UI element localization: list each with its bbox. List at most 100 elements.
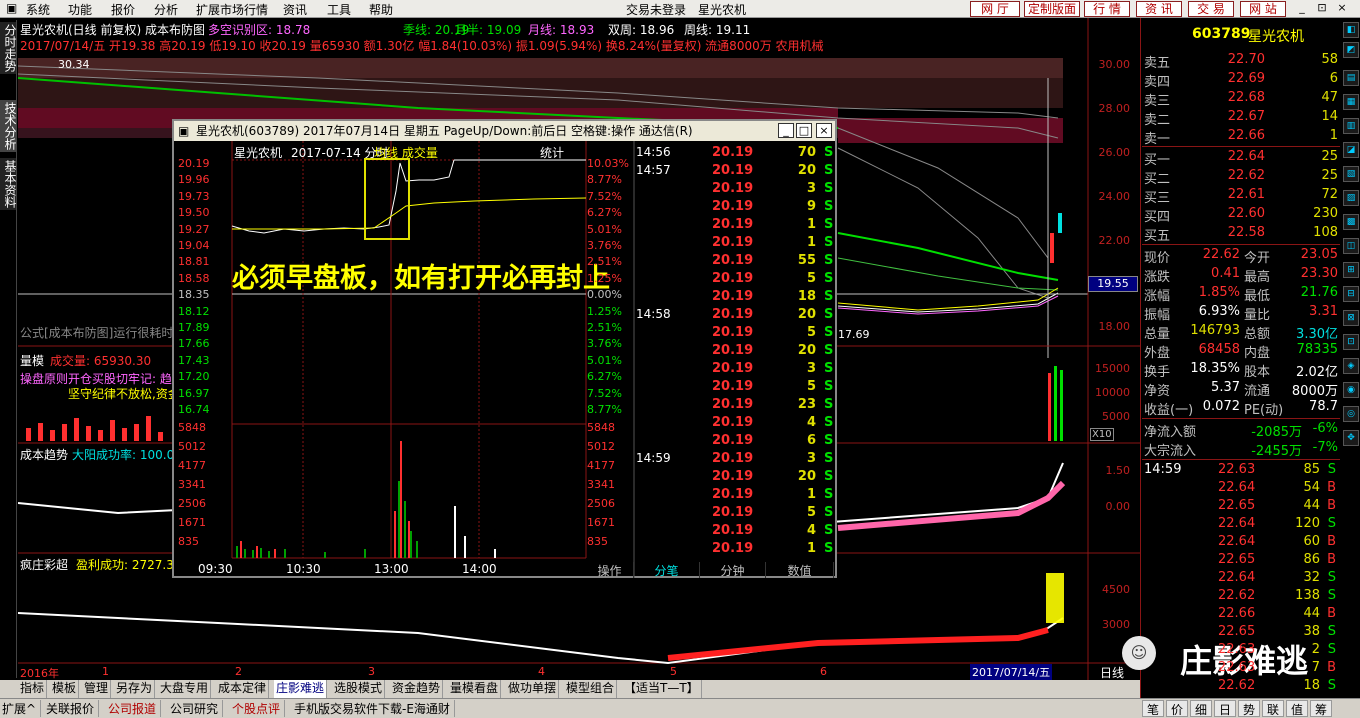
popup-minimize-icon[interactable]: _ xyxy=(778,123,794,138)
status-item-4[interactable]: 个股点评 xyxy=(232,700,286,717)
popup-tab-values[interactable]: 数值 xyxy=(766,562,834,578)
toolbar-item-2[interactable]: 管理 xyxy=(82,680,112,698)
x10-badge[interactable]: X10 xyxy=(1090,428,1114,441)
popup-header-stat[interactable]: 统计 xyxy=(540,144,564,161)
close-icon[interactable]: × xyxy=(1334,1,1350,16)
tab-intraday[interactable]: 分时走势 xyxy=(0,22,17,74)
tool-icon-8[interactable]: ▨ xyxy=(1343,190,1359,206)
popup-left-axis-label: 18.12 xyxy=(178,304,210,318)
toolbar-item-10[interactable]: 做功单摆 xyxy=(506,680,560,698)
quote-tab-1[interactable]: 价 xyxy=(1166,700,1188,717)
menu-info[interactable]: 资讯 xyxy=(283,1,307,18)
tool-icon-3[interactable]: ▤ xyxy=(1343,70,1359,86)
status-item-3[interactable]: 公司研究 xyxy=(170,700,224,717)
minimize-icon[interactable]: _ xyxy=(1294,1,1310,16)
quote-tab-4[interactable]: 势 xyxy=(1238,700,1260,717)
tool-icon-1[interactable]: ◧ xyxy=(1343,22,1359,38)
popup-title-bar[interactable]: 星光农机(603789) 2017年07月14日 星期五 PageUp/Down… xyxy=(174,121,835,141)
tool-icon-17[interactable]: ◎ xyxy=(1343,406,1359,422)
toolbar-item-1[interactable]: 模板 xyxy=(50,680,80,698)
menu-system[interactable]: 系统 xyxy=(26,1,50,18)
tool-icon-13[interactable]: ⊠ xyxy=(1343,310,1359,326)
quote-tab-6[interactable]: 值 xyxy=(1286,700,1308,717)
popup-right-axis-label: 8.77% xyxy=(587,403,622,416)
quote-tab-7[interactable]: 筹 xyxy=(1310,700,1332,717)
popup-left-axis-label: 5848 xyxy=(178,421,206,434)
tool-icon-16[interactable]: ◉ xyxy=(1343,382,1359,398)
logo-icon[interactable]: ▣ xyxy=(6,1,17,15)
popup-tab-operate[interactable]: 操作 xyxy=(586,562,634,578)
menu-tools[interactable]: 工具 xyxy=(327,1,351,18)
tool-icon-5[interactable]: ▥ xyxy=(1343,118,1359,134)
status-item-1[interactable]: 关联报价 xyxy=(46,700,100,717)
trade-row: 22.65 86 B xyxy=(1142,551,1340,569)
restore-icon[interactable]: ⊡ xyxy=(1314,1,1330,16)
quote-button[interactable]: 行 情 xyxy=(1084,1,1130,17)
tab-fundamentals[interactable]: 基本资料 xyxy=(0,158,17,210)
tab-technical[interactable]: 技术分析 xyxy=(0,100,17,152)
toolbar-item-7[interactable]: 选股模式 xyxy=(332,680,386,698)
quote-tab-5[interactable]: 联 xyxy=(1262,700,1284,717)
status-item-5[interactable]: 手机版交易软件下载-E海通财 xyxy=(294,700,455,717)
popup-right-axis-label: 5.01% xyxy=(587,353,622,367)
popup-tab-minutes[interactable]: 分钟 xyxy=(700,562,766,578)
menu-help[interactable]: 帮助 xyxy=(369,1,393,18)
news-button[interactable]: 资 讯 xyxy=(1136,1,1182,17)
trade-volume: 38 xyxy=(1303,624,1320,639)
stat-label-left: 收益(一) xyxy=(1144,403,1194,418)
tool-icon-10[interactable]: ◫ xyxy=(1343,238,1359,254)
toolbar-item-5[interactable]: 成本定律 xyxy=(216,680,270,698)
status-item-2[interactable]: 公司报道 xyxy=(108,700,162,717)
quote-stat-row: 净资 5.37 流通 8000万 xyxy=(1142,379,1340,399)
stat-label-right: 最高 xyxy=(1244,270,1271,285)
trade-button[interactable]: 交 易 xyxy=(1188,1,1234,17)
trade-price: 22.64 xyxy=(1218,480,1256,495)
quote-tab-2[interactable]: 细 xyxy=(1190,700,1212,717)
quote-tab-0[interactable]: 笔 xyxy=(1142,700,1164,717)
x-axis-5: 5 xyxy=(670,665,677,678)
day-line-label[interactable]: 日线 xyxy=(1100,664,1124,681)
status-item-0[interactable]: 扩展^ xyxy=(2,700,42,717)
tool-icon-12[interactable]: ⊟ xyxy=(1343,286,1359,302)
website-button[interactable]: 网 站 xyxy=(1240,1,1286,17)
toolbar-item-12[interactable]: 【适当T—T】 xyxy=(622,680,702,698)
x-axis-3: 3 xyxy=(368,665,375,678)
menu-analysis[interactable]: 分析 xyxy=(154,1,178,18)
custom-layout-button[interactable]: 定制版面 xyxy=(1024,1,1080,17)
popup-maximize-icon[interactable]: □ xyxy=(796,123,812,138)
menu-function[interactable]: 功能 xyxy=(68,1,92,18)
tool-icon-18[interactable]: ✥ xyxy=(1343,430,1359,446)
tool-icon-7[interactable]: ▧ xyxy=(1343,166,1359,182)
toolbar-item-9[interactable]: 量模看盘 xyxy=(448,680,502,698)
toolbar-item-6[interactable]: 庄影难逃 xyxy=(274,680,328,698)
tool-icon-9[interactable]: ▩ xyxy=(1343,214,1359,230)
tool-icon-2[interactable]: ◩ xyxy=(1343,42,1359,58)
toolbar-item-3[interactable]: 另存为 xyxy=(114,680,156,698)
tick-price: 20.19 xyxy=(712,397,754,412)
popup-close-icon[interactable]: × xyxy=(816,123,832,138)
toolbar-item-0[interactable]: 指标 xyxy=(18,680,48,698)
menu-ext-market[interactable]: 扩展市场行情 xyxy=(196,1,268,18)
toolbar-item-11[interactable]: 模型组合 xyxy=(564,680,618,698)
hall-button[interactable]: 网 厅 xyxy=(970,1,1020,17)
stat-value-left: 18.35% xyxy=(1190,361,1240,376)
tool-icon-14[interactable]: ⊡ xyxy=(1343,334,1359,350)
quote-tab-3[interactable]: 日 xyxy=(1214,700,1236,717)
tool-icon-6[interactable]: ◪ xyxy=(1343,142,1359,158)
tick-volume: 20 xyxy=(797,163,816,178)
tool-icon-4[interactable]: ▦ xyxy=(1343,94,1359,110)
menu-quote[interactable]: 报价 xyxy=(111,1,135,18)
popup-header-name: 星光农机 xyxy=(234,146,283,160)
toolbar-item-4[interactable]: 大盘专用 xyxy=(158,680,212,698)
stat-label-left: 换手 xyxy=(1144,365,1171,380)
popup-time-1400: 14:00 xyxy=(462,562,497,576)
menu-bar: ▣ 系统 功能 报价 分析 扩展市场行情 资讯 工具 帮助 交易未登录 星光农机… xyxy=(0,0,1360,18)
tick-volume: 3 xyxy=(806,181,816,196)
tool-icon-11[interactable]: ⊞ xyxy=(1343,262,1359,278)
stat-value-left: 146793 xyxy=(1190,323,1240,338)
popup-tab-ticks[interactable]: 分笔 xyxy=(634,562,700,578)
x-axis-2: 2 xyxy=(235,665,242,678)
toolbar-item-8[interactable]: 资金趋势 xyxy=(390,680,444,698)
trade-side: S xyxy=(1327,462,1336,477)
tool-icon-15[interactable]: ◈ xyxy=(1343,358,1359,374)
